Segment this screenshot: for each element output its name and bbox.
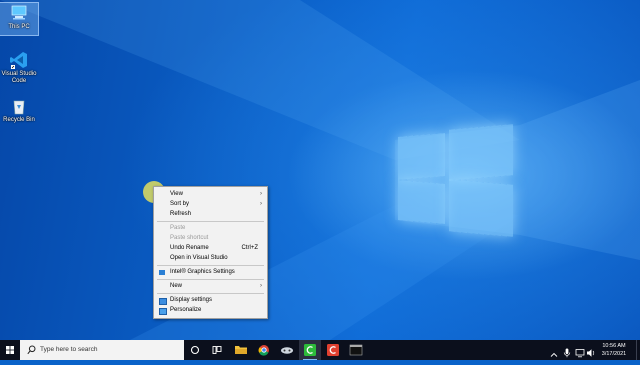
cortana-circle-icon bbox=[190, 345, 200, 355]
taskbar-camtasia[interactable] bbox=[299, 340, 321, 360]
start-button[interactable] bbox=[0, 340, 20, 360]
windows-start-icon bbox=[6, 346, 14, 354]
tray-microphone[interactable] bbox=[563, 345, 571, 363]
taskbar-camtasia-recorder[interactable] bbox=[322, 340, 344, 360]
desktop-icon-label: Recycle Bin bbox=[3, 117, 35, 123]
menu-item-undo-rename[interactable]: Undo Rename Ctrl+Z bbox=[154, 244, 267, 253]
menu-item-paste-shortcut[interactable]: Paste shortcut bbox=[154, 234, 267, 243]
desktop-icon-recycle-bin[interactable]: Recycle Bin bbox=[0, 96, 38, 124]
recycle-bin-icon bbox=[9, 96, 29, 116]
desktop-context-menu: View › Sort by › Refresh Paste Paste sho… bbox=[153, 186, 268, 319]
menu-item-intel-graphics[interactable]: Intel® Graphics Settings bbox=[154, 268, 267, 277]
menu-item-display-settings[interactable]: Display settings bbox=[154, 296, 267, 305]
menu-item-sort-by[interactable]: Sort by › bbox=[154, 200, 267, 209]
folder-icon bbox=[235, 346, 247, 354]
menu-item-refresh[interactable]: Refresh bbox=[154, 210, 267, 219]
display-icon bbox=[159, 298, 167, 305]
taskbar-search-box[interactable]: Type here to search bbox=[20, 340, 184, 360]
desktop-icon-label: This PC bbox=[8, 24, 30, 30]
tray-network[interactable] bbox=[575, 345, 585, 363]
menu-separator bbox=[157, 221, 264, 222]
search-icon bbox=[27, 345, 36, 355]
terminal-icon bbox=[349, 344, 363, 356]
task-view-icon bbox=[212, 346, 222, 354]
wallpaper-light-beams bbox=[0, 0, 640, 340]
menu-separator bbox=[157, 293, 264, 294]
show-desktop-button[interactable] bbox=[636, 340, 640, 360]
menu-item-new[interactable]: New › bbox=[154, 282, 267, 291]
chevron-up-icon bbox=[550, 352, 558, 357]
menu-item-personalize[interactable]: Personalize bbox=[154, 306, 267, 315]
intel-graphics-icon bbox=[159, 270, 165, 275]
camtasia-icon bbox=[304, 344, 316, 356]
microphone-icon bbox=[563, 348, 571, 358]
computer-icon bbox=[9, 3, 29, 23]
menu-separator bbox=[157, 265, 264, 266]
chevron-right-icon: › bbox=[260, 191, 262, 197]
menu-item-paste[interactable]: Paste bbox=[154, 224, 267, 233]
personalize-icon bbox=[159, 308, 167, 315]
shortcut-hint: Ctrl+Z bbox=[241, 245, 259, 251]
taskbar-chrome[interactable] bbox=[253, 340, 275, 360]
search-placeholder: Type here to search bbox=[40, 346, 98, 353]
clock-date: 3/17/2021 bbox=[601, 351, 627, 357]
chevron-right-icon: › bbox=[260, 283, 262, 289]
menu-separator bbox=[157, 279, 264, 280]
desktop-icon-this-pc[interactable]: This PC bbox=[0, 2, 39, 36]
recorder-icon bbox=[327, 344, 339, 356]
network-monitor-icon bbox=[575, 349, 585, 358]
menu-item-view[interactable]: View › bbox=[154, 190, 267, 199]
game-controller-icon bbox=[281, 347, 293, 354]
taskbar-app-switch[interactable] bbox=[276, 340, 298, 360]
clock-time: 10:56 AM bbox=[602, 343, 626, 349]
taskbar-file-explorer[interactable] bbox=[230, 340, 252, 360]
visual-studio-code-icon bbox=[9, 50, 29, 70]
show-hidden-icons-button[interactable] bbox=[550, 346, 558, 364]
chevron-right-icon: › bbox=[260, 201, 262, 207]
taskbar-terminal[interactable] bbox=[345, 340, 367, 360]
taskbar-clock[interactable]: 10:56 AM 3/17/2021 bbox=[594, 342, 634, 358]
menu-item-open-in-visual-studio[interactable]: Open in Visual Studio bbox=[154, 254, 267, 263]
taskbar: Type here to search 10:56 AM 3/17/2021 bbox=[0, 340, 640, 360]
chrome-icon bbox=[258, 345, 269, 356]
cortana-button[interactable] bbox=[184, 340, 206, 360]
desktop-icon-vscode[interactable]: Visual Studio Code bbox=[0, 50, 38, 85]
desktop-icon-label: Visual Studio Code bbox=[1, 71, 37, 84]
task-view-button[interactable] bbox=[206, 340, 228, 360]
desktop[interactable]: This PC Visual Studio Code Recycle Bin V… bbox=[0, 0, 640, 340]
